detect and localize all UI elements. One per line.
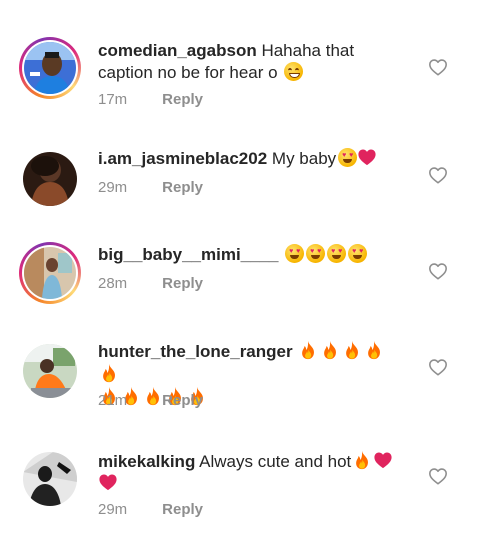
profile-photo-icon bbox=[23, 452, 77, 506]
fire-emoji-icon bbox=[100, 363, 118, 383]
heart-eyes-emoji-icon: ♥ ♥ bbox=[348, 244, 368, 263]
fire-emoji-icon bbox=[353, 450, 371, 470]
comment-username[interactable]: mikekalking bbox=[98, 452, 195, 471]
avatar-wrapper[interactable] bbox=[19, 340, 81, 402]
comment-time: 21m bbox=[98, 392, 128, 409]
like-heart-icon[interactable] bbox=[428, 467, 448, 485]
comment-text: Hahaha that bbox=[261, 41, 355, 60]
comment-time: 29m bbox=[98, 179, 128, 196]
like-heart-icon[interactable] bbox=[428, 262, 448, 280]
avatar-story-ring[interactable] bbox=[19, 242, 81, 304]
heart-eyes-emoji-icon: ♥ ♥ bbox=[306, 244, 326, 263]
fire-emoji-icon bbox=[365, 340, 383, 360]
fire-emoji-icon bbox=[299, 340, 317, 360]
heart-eyes-emoji-icon: ♥ ♥ bbox=[285, 244, 305, 263]
profile-photo-icon bbox=[24, 42, 76, 94]
like-heart-icon[interactable] bbox=[428, 358, 448, 376]
reply-button[interactable]: Reply bbox=[162, 275, 203, 292]
fire-emoji-icon bbox=[343, 340, 361, 360]
reply-button[interactable]: Reply bbox=[162, 179, 203, 196]
comment-username[interactable]: comedian_agabson bbox=[98, 41, 257, 60]
comment-text: Always cute and hot bbox=[199, 452, 352, 471]
fire-emoji-icon bbox=[321, 340, 339, 360]
avatar-wrapper[interactable] bbox=[19, 448, 81, 510]
red-heart-emoji-icon bbox=[357, 148, 377, 166]
like-heart-icon[interactable] bbox=[428, 166, 448, 184]
reply-button[interactable]: Reply bbox=[162, 501, 203, 518]
comment-username[interactable]: i.am_jasmineblac202 bbox=[98, 149, 267, 168]
like-heart-icon[interactable] bbox=[428, 58, 448, 76]
comment-time: 28m bbox=[98, 275, 128, 292]
red-heart-emoji-icon bbox=[373, 451, 393, 469]
avatar-wrapper[interactable] bbox=[19, 148, 81, 210]
avatar bbox=[23, 452, 77, 506]
comment-time: 29m bbox=[98, 501, 128, 518]
profile-photo-icon bbox=[23, 152, 77, 206]
avatar bbox=[24, 247, 76, 299]
avatar bbox=[23, 344, 77, 398]
comment-text-line2: caption no be for hear o bbox=[98, 63, 278, 82]
comment-username[interactable]: big__baby__mimi____ bbox=[98, 245, 278, 264]
reply-button[interactable]: Reply bbox=[162, 392, 203, 409]
avatar bbox=[24, 42, 76, 94]
comment-username[interactable]: hunter_the_lone_ranger bbox=[98, 342, 293, 361]
heart-eyes-emoji-icon: ♥ ♥ bbox=[338, 148, 358, 167]
avatar-story-ring[interactable] bbox=[19, 37, 81, 99]
heart-eyes-emoji-icon: ♥ ♥ bbox=[327, 244, 347, 263]
grinning-emoji-icon bbox=[284, 62, 304, 81]
comment-text: My baby bbox=[271, 149, 337, 168]
profile-photo-icon bbox=[23, 344, 77, 398]
avatar bbox=[23, 152, 77, 206]
comment-time: 17m bbox=[98, 91, 128, 108]
red-heart-emoji-icon bbox=[98, 473, 118, 491]
profile-photo-icon bbox=[24, 247, 76, 299]
reply-button[interactable]: Reply bbox=[162, 91, 203, 108]
